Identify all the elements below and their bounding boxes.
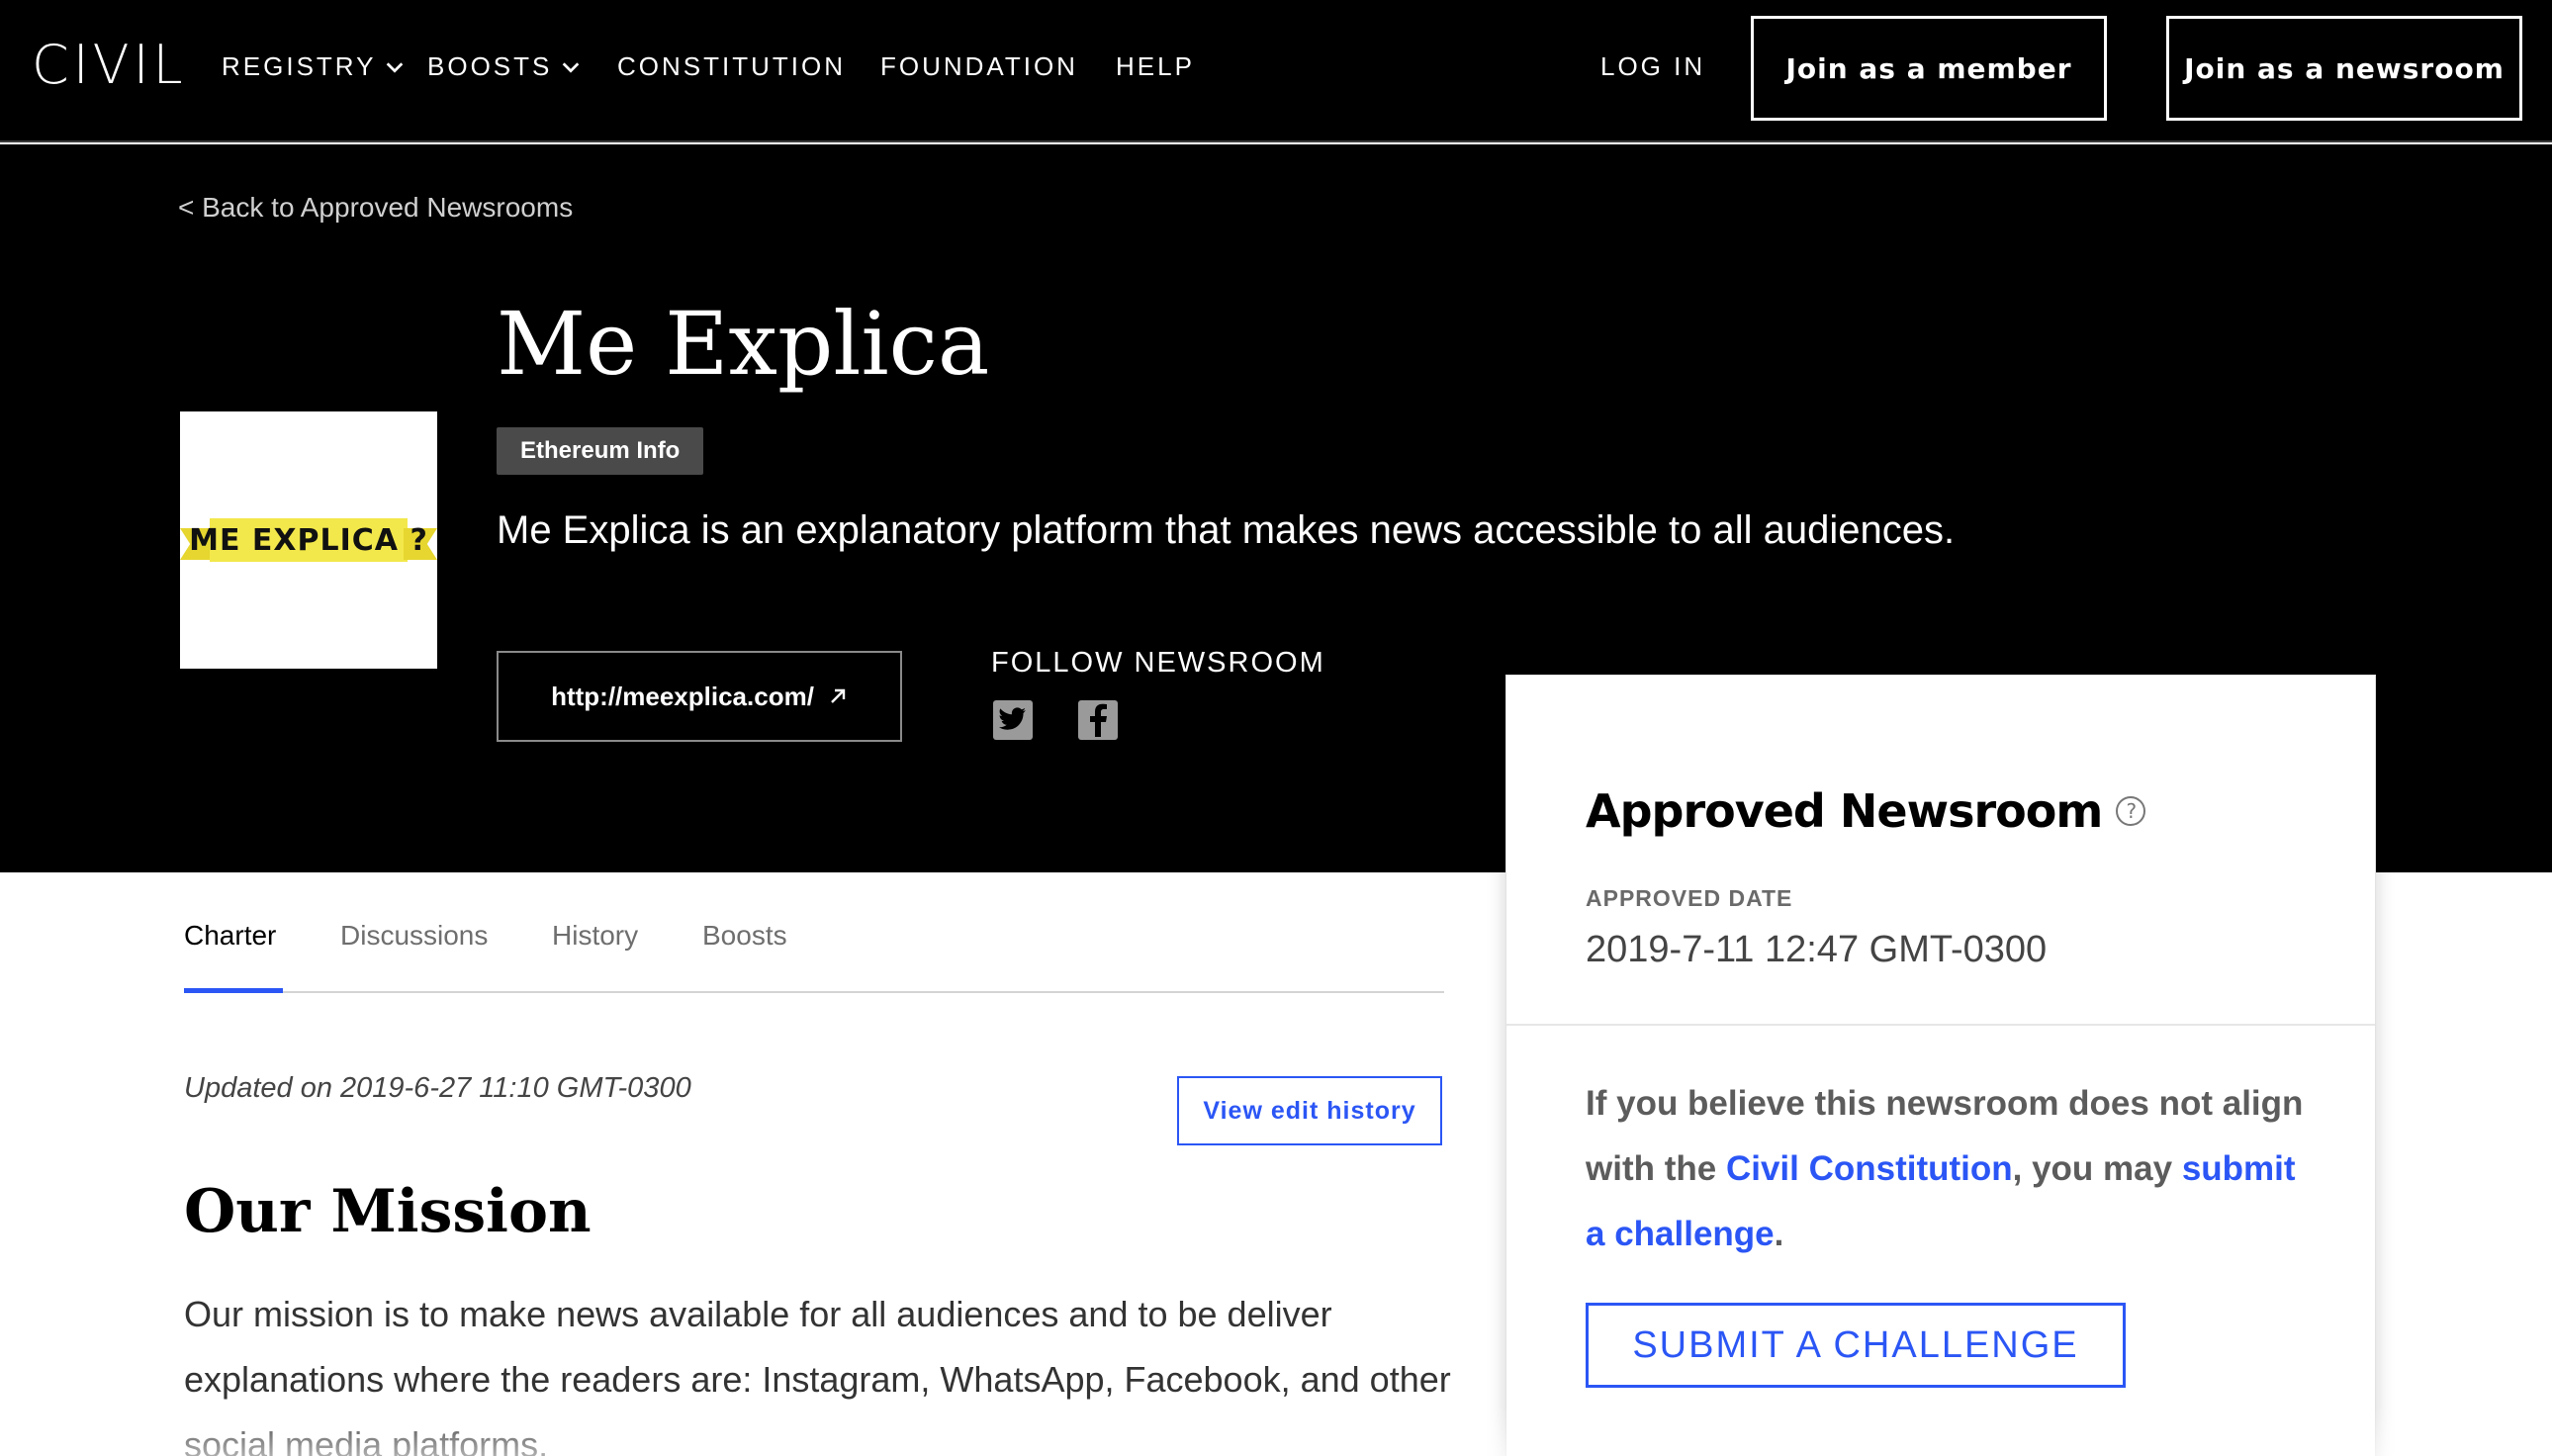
challenge-suffix: . [1774, 1215, 1784, 1253]
approved-date-label: APPROVED DATE [1586, 885, 1793, 911]
challenge-explanation: If you believe this newsroom does not al… [1586, 1071, 2318, 1267]
nav-help-label: HELP [1116, 51, 1195, 81]
help-icon[interactable]: ? [2116, 796, 2146, 826]
civil-logo[interactable]: CIVIL [32, 34, 187, 96]
ethereum-info-badge[interactable]: Ethereum Info [497, 427, 704, 475]
logo-text: ME EXPLICA ? [189, 522, 428, 558]
charter-updated-date: Updated on 2019-6-27 11:10 GMT-0300 [184, 1072, 691, 1104]
top-navigation: CIVIL REGISTRY BOOSTS CONSTITUTION FOUND… [0, 0, 2552, 142]
tab-boosts[interactable]: Boosts [702, 920, 787, 993]
nav-help[interactable]: HELP [1116, 51, 1195, 82]
nav-foundation[interactable]: FOUNDATION [880, 51, 1078, 82]
nav-boosts-label: BOOSTS [427, 51, 553, 81]
external-link-icon [831, 688, 846, 703]
newsroom-url-label: http://meexplica.com/ [551, 681, 814, 711]
nav-constitution[interactable]: CONSTITUTION [617, 51, 846, 82]
login-label: LOG IN [1600, 51, 1706, 81]
logo-banner: ME EXPLICA ? [180, 514, 437, 566]
nav-registry[interactable]: REGISTRY [222, 51, 406, 82]
nav-constitution-label: CONSTITUTION [617, 51, 846, 81]
mission-body: Our mission is to make news available fo… [184, 1294, 1451, 1456]
join-newsroom-button[interactable]: Join as a newsroom [2166, 16, 2522, 121]
status-card-title: Approved Newsroom ? [1586, 784, 2146, 838]
newsroom-logo: ME EXPLICA ? [180, 411, 437, 669]
join-member-button[interactable]: Join as a member [1751, 16, 2107, 121]
follow-newsroom-label: FOLLOW NEWSROOM [991, 647, 1325, 679]
tab-charter[interactable]: Charter [184, 920, 283, 993]
facebook-icon[interactable] [1078, 700, 1118, 740]
newsroom-url-button[interactable]: http://meexplica.com/ [497, 651, 902, 742]
newsroom-title: Me Explica [497, 293, 990, 395]
back-to-newsrooms-link[interactable]: < Back to Approved Newsrooms [178, 192, 573, 224]
nav-registry-label: REGISTRY [222, 51, 377, 81]
civil-constitution-link[interactable]: Civil Constitution [1726, 1149, 2013, 1188]
card-divider [1506, 1024, 2375, 1026]
tab-discussions[interactable]: Discussions [340, 920, 488, 993]
chevron-down-icon [563, 61, 580, 73]
login-link[interactable]: LOG IN [1600, 51, 1705, 82]
approved-date-value: 2019-7-11 12:47 GMT-0300 [1586, 929, 2048, 970]
twitter-icon[interactable] [993, 700, 1033, 740]
newsroom-status-card: Approved Newsroom ? APPROVED DATE 2019-7… [1505, 675, 2376, 1456]
mission-heading: Our Mission [184, 1177, 592, 1246]
chevron-down-icon [387, 61, 404, 73]
nav-foundation-label: FOUNDATION [880, 51, 1078, 81]
newsroom-tabs: Charter Discussions History Boosts [184, 920, 1444, 993]
view-edit-history-button[interactable]: View edit history [1177, 1076, 1442, 1145]
status-title-text: Approved Newsroom [1586, 784, 2103, 838]
tab-history[interactable]: History [552, 920, 638, 993]
newsroom-tagline: Me Explica is an explanatory platform th… [497, 508, 1956, 552]
nav-boosts[interactable]: BOOSTS [427, 51, 582, 82]
submit-challenge-button[interactable]: SUBMIT A CHALLENGE [1586, 1303, 2126, 1388]
challenge-middle: , you may [2012, 1149, 2182, 1188]
